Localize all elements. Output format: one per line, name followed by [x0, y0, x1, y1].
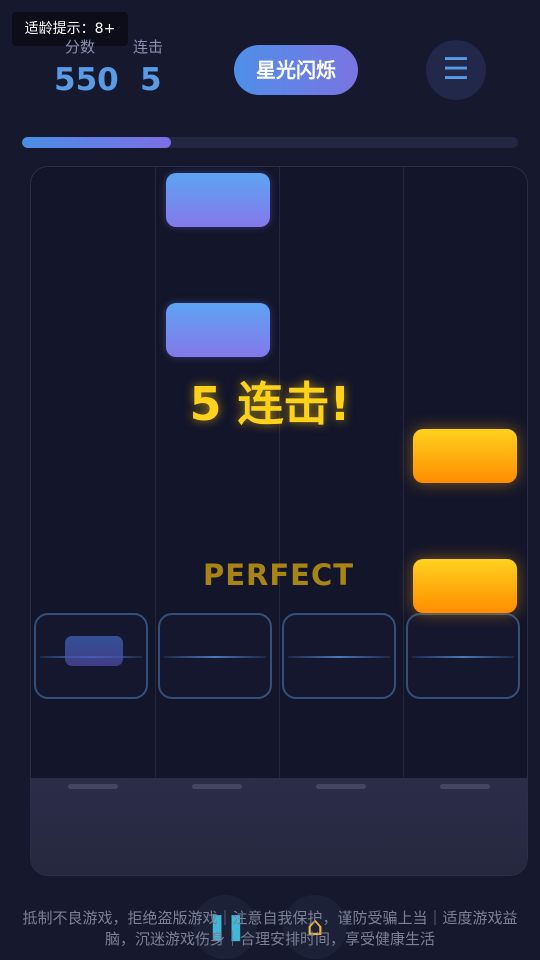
- tap-ripple-note: [65, 636, 123, 666]
- menu-button[interactable]: ☰: [426, 40, 486, 100]
- key-marker: [192, 784, 242, 789]
- score-label: 分数: [65, 38, 96, 56]
- falling-note-blue[interactable]: [166, 303, 270, 357]
- hit-target-lane-2[interactable]: [158, 613, 272, 699]
- combo-label: 连击: [133, 38, 164, 56]
- hit-target-lane-3[interactable]: [282, 613, 396, 699]
- combo-value: 5: [140, 62, 162, 98]
- key-marker: [440, 784, 490, 789]
- lane-divider: [155, 167, 156, 875]
- judgement-line: [164, 656, 266, 658]
- lane-divider: [403, 167, 404, 875]
- hamburger-menu-icon: ☰: [442, 52, 470, 87]
- tap-key-zone[interactable]: [31, 778, 527, 875]
- combo-popup-text: 5 连击!: [189, 377, 351, 431]
- judgement-line: [412, 656, 514, 658]
- song-progress-bar: [22, 137, 518, 148]
- hit-target-lane-4[interactable]: [406, 613, 520, 699]
- score-value: 550: [54, 62, 119, 98]
- judgement-text: PERFECT: [202, 558, 355, 592]
- judgement-line: [288, 656, 390, 658]
- key-marker: [316, 784, 366, 789]
- health-gaming-notice: 抵制不良游戏，拒绝盗版游戏｜注意自我保护，谨防受骗上当｜适度游戏益脑，沉迷游戏伤…: [22, 909, 518, 948]
- game-board[interactable]: [30, 166, 528, 876]
- song-progress-fill: [22, 137, 171, 148]
- key-marker: [68, 784, 118, 789]
- lane-divider: [279, 167, 280, 875]
- falling-note-blue[interactable]: [166, 173, 270, 227]
- song-title-button[interactable]: 星光闪烁: [234, 45, 358, 95]
- falling-note-gold[interactable]: [413, 429, 517, 483]
